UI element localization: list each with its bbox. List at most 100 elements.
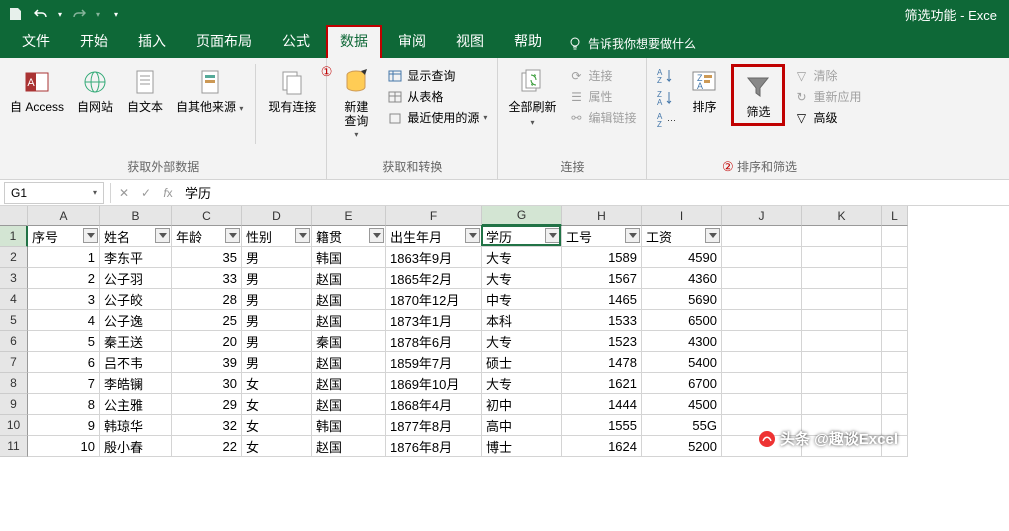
cell[interactable]: 1873年1月 [386, 310, 482, 331]
tab-review[interactable]: 审阅 [384, 25, 440, 58]
undo-dropdown-icon[interactable]: ▾ [58, 10, 62, 19]
column-header[interactable]: I [642, 206, 722, 226]
cell[interactable] [722, 331, 802, 352]
filter-dropdown-button[interactable] [625, 228, 640, 243]
cell[interactable]: 赵国 [312, 289, 386, 310]
filter-button[interactable]: 筛选 [731, 64, 785, 126]
cell[interactable]: 1465 [562, 289, 642, 310]
cell[interactable]: 22 [172, 436, 242, 457]
sort-custom-hint[interactable]: AZ⋯ [655, 110, 675, 130]
row-header[interactable]: 10 [0, 415, 28, 436]
cell[interactable]: 28 [172, 289, 242, 310]
cell[interactable]: 4590 [642, 247, 722, 268]
cell[interactable]: 女 [242, 436, 312, 457]
cell[interactable] [722, 247, 802, 268]
cell[interactable]: 2 [28, 268, 100, 289]
cell[interactable]: 1870年12月 [386, 289, 482, 310]
cell[interactable]: 4360 [642, 268, 722, 289]
cell[interactable]: 初中 [482, 394, 562, 415]
row-header[interactable]: 5 [0, 310, 28, 331]
column-header[interactable]: K [802, 206, 882, 226]
column-header[interactable]: L [882, 206, 908, 226]
row-header[interactable]: 4 [0, 289, 28, 310]
cell[interactable]: 1523 [562, 331, 642, 352]
cell[interactable]: 1863年9月 [386, 247, 482, 268]
cell[interactable]: 赵国 [312, 373, 386, 394]
sort-desc-button[interactable]: ZA [655, 88, 675, 108]
cell[interactable]: 赵国 [312, 352, 386, 373]
row-header[interactable]: 8 [0, 373, 28, 394]
cell[interactable]: 1876年8月 [386, 436, 482, 457]
cell[interactable]: 4500 [642, 394, 722, 415]
cell[interactable] [802, 394, 882, 415]
row-header[interactable]: 2 [0, 247, 28, 268]
column-header[interactable]: C [172, 206, 242, 226]
connections-button[interactable]: ⟳连接 [568, 66, 636, 85]
existing-connections-button[interactable]: ① 现有连接 [264, 64, 320, 116]
cell[interactable]: 4 [28, 310, 100, 331]
cell[interactable] [882, 394, 908, 415]
cell[interactable]: 30 [172, 373, 242, 394]
row-header[interactable]: 9 [0, 394, 28, 415]
cell[interactable] [882, 289, 908, 310]
from-other-button[interactable]: 自其他来源 ▾ [172, 64, 247, 118]
row-header[interactable]: 11 [0, 436, 28, 457]
cell[interactable]: 32 [172, 415, 242, 436]
cell[interactable]: 工号 [562, 226, 642, 247]
cell[interactable]: 5200 [642, 436, 722, 457]
cell[interactable]: 高中 [482, 415, 562, 436]
cell[interactable]: 殷小春 [100, 436, 172, 457]
cell[interactable]: 1865年2月 [386, 268, 482, 289]
cells-area[interactable]: 序号姓名年龄性别籍贯出生年月学历工号工资 1李东平35男韩国1863年9月大专1… [28, 226, 908, 457]
cell[interactable] [882, 247, 908, 268]
cell[interactable]: 33 [172, 268, 242, 289]
cell[interactable] [882, 373, 908, 394]
cell[interactable]: 6500 [642, 310, 722, 331]
cell[interactable]: 1624 [562, 436, 642, 457]
cell[interactable]: 出生年月 [386, 226, 482, 247]
select-all-corner[interactable] [0, 206, 28, 226]
filter-dropdown-button[interactable] [545, 228, 560, 243]
tab-formulas[interactable]: 公式 [268, 25, 324, 58]
cell[interactable]: 55G [642, 415, 722, 436]
cell[interactable]: 中专 [482, 289, 562, 310]
cell[interactable]: 1478 [562, 352, 642, 373]
cell[interactable]: 8 [28, 394, 100, 415]
tab-file[interactable]: 文件 [8, 25, 64, 58]
refresh-all-button[interactable]: 全部刷新▾ [504, 64, 560, 132]
cell[interactable]: 硕士 [482, 352, 562, 373]
tab-home[interactable]: 开始 [66, 25, 122, 58]
tab-view[interactable]: 视图 [442, 25, 498, 58]
cell[interactable]: 1589 [562, 247, 642, 268]
cell[interactable] [882, 331, 908, 352]
cell[interactable]: 1567 [562, 268, 642, 289]
cell[interactable]: 男 [242, 268, 312, 289]
column-header[interactable]: H [562, 206, 642, 226]
row-header[interactable]: 6 [0, 331, 28, 352]
undo-icon[interactable] [32, 5, 50, 23]
cell[interactable]: 1859年7月 [386, 352, 482, 373]
cell[interactable]: 6700 [642, 373, 722, 394]
column-header[interactable]: E [312, 206, 386, 226]
cell[interactable]: 男 [242, 247, 312, 268]
cell[interactable] [722, 226, 802, 247]
filter-dropdown-button[interactable] [295, 228, 310, 243]
cell[interactable]: 女 [242, 394, 312, 415]
cell[interactable]: 29 [172, 394, 242, 415]
from-web-button[interactable]: 自网站 [72, 64, 118, 116]
filter-dropdown-button[interactable] [225, 228, 240, 243]
cell[interactable] [802, 331, 882, 352]
tell-me[interactable]: 告诉我你想要做什么 [568, 35, 696, 58]
cell[interactable]: 吕不韦 [100, 352, 172, 373]
redo-dropdown-icon[interactable]: ▾ [96, 10, 100, 19]
cell[interactable]: 25 [172, 310, 242, 331]
recent-sources-button[interactable]: 最近使用的源 ▾ [387, 108, 487, 127]
cell[interactable]: 赵国 [312, 268, 386, 289]
cell[interactable] [722, 289, 802, 310]
cell[interactable]: 女 [242, 415, 312, 436]
cell[interactable] [802, 289, 882, 310]
cell[interactable]: 大专 [482, 331, 562, 352]
cell[interactable]: 1869年10月 [386, 373, 482, 394]
cell[interactable]: 1444 [562, 394, 642, 415]
from-table-button[interactable]: 从表格 [387, 87, 487, 106]
